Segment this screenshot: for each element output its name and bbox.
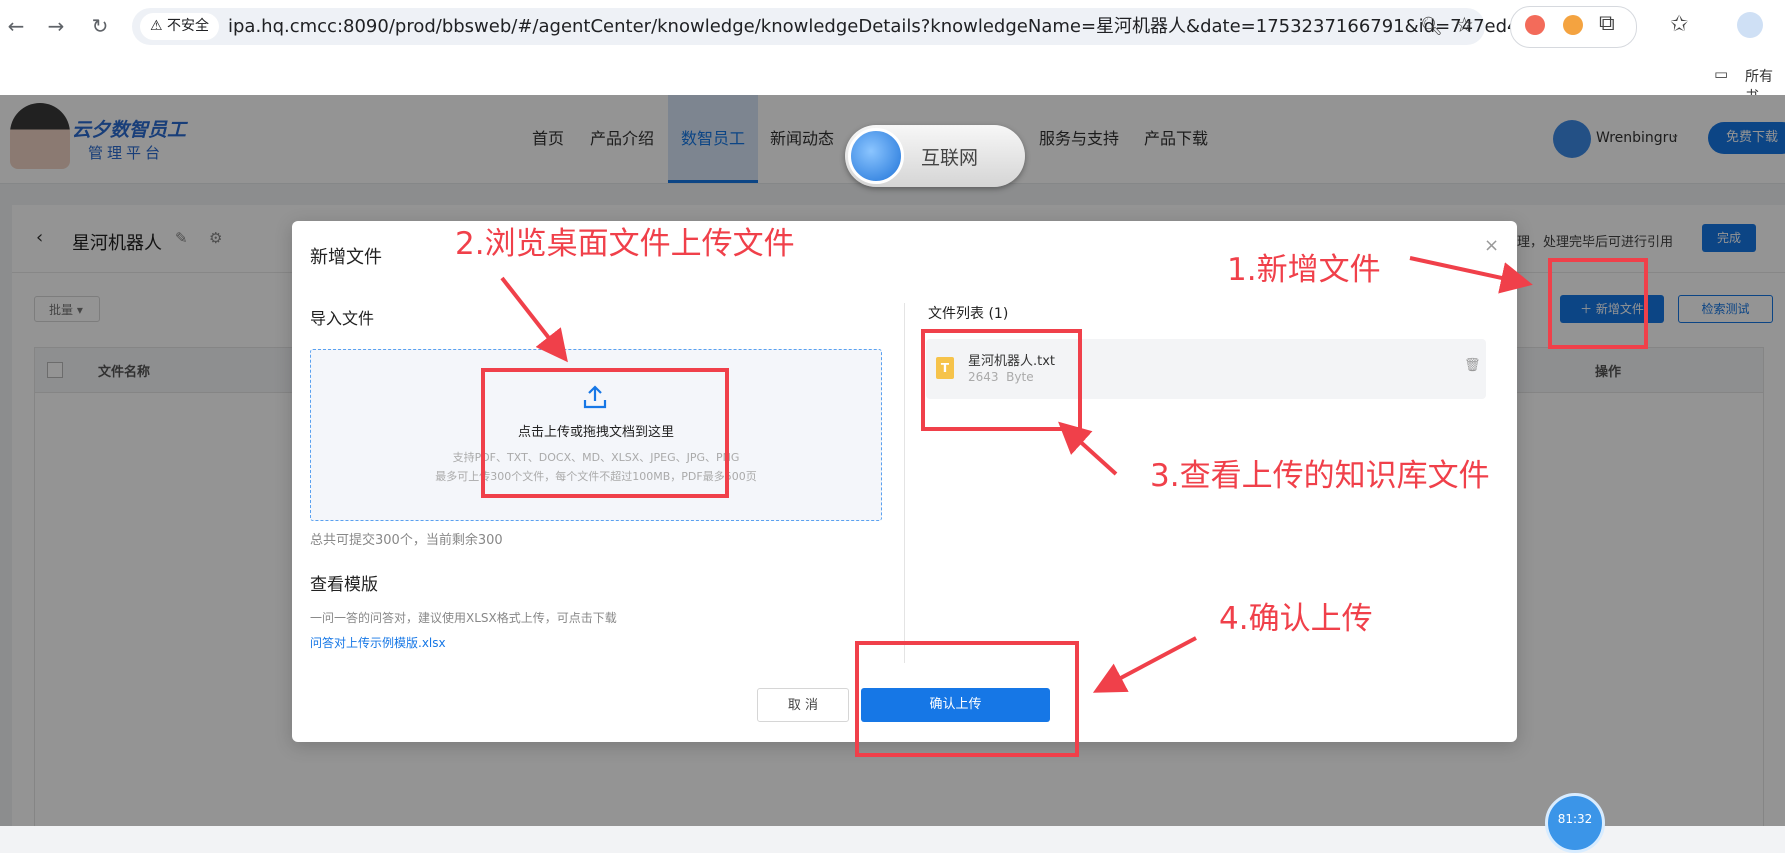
annotation-step2: 2.浏览桌面文件上传文件 xyxy=(455,226,795,262)
annotation-step4: 4.确认上传 xyxy=(1219,601,1373,637)
highlight-add-file xyxy=(1548,258,1648,349)
timer-bubble[interactable]: 81:32 xyxy=(1545,793,1605,853)
arrow-step3 xyxy=(1058,421,1118,476)
highlight-upload-zone xyxy=(481,368,729,498)
annotation-step1: 1.新增文件 xyxy=(1227,252,1381,288)
arrow-step4 xyxy=(1092,636,1197,693)
arrow-step1 xyxy=(1409,256,1533,294)
arrow-step2 xyxy=(500,276,568,363)
timer-text: 81:32 xyxy=(1557,812,1593,826)
highlight-file-list xyxy=(921,329,1082,431)
highlight-confirm-button xyxy=(855,641,1079,757)
annotation-step3: 3.查看上传的知识库文件 xyxy=(1150,458,1490,494)
